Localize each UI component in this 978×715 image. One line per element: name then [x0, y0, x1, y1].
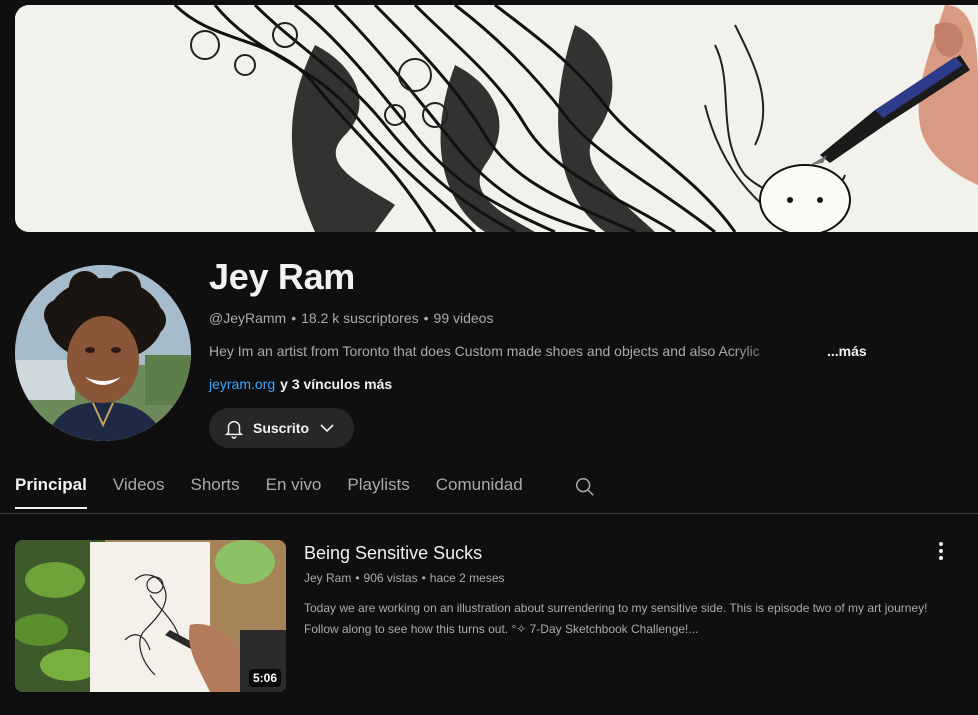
channel-name: Jey Ram — [209, 256, 355, 297]
video-meta: Jey Ram • 906 vistas • hace 2 meses — [304, 571, 505, 585]
channel-description-text: Hey Im an artist from Toronto that does … — [209, 343, 760, 359]
chevron-down-icon — [320, 424, 334, 433]
tabs-divider — [0, 513, 978, 514]
channel-handle: @JeyRamm — [209, 310, 287, 326]
tab-principal[interactable]: Principal — [15, 475, 87, 509]
video-author[interactable]: Jey Ram — [304, 571, 351, 585]
channel-links: jeyram.org y 3 vínculos más — [209, 376, 392, 392]
video-views: 906 vistas — [363, 571, 418, 585]
video-duration: 5:06 — [248, 669, 281, 687]
channel-banner — [15, 5, 978, 232]
video-age: hace 2 meses — [429, 571, 505, 585]
channel-description[interactable]: Hey Im an artist from Toronto that does … — [209, 343, 869, 359]
tab-shorts[interactable]: Shorts — [191, 475, 240, 509]
featured-video: 5:06 Being Sensitive Sucks Jey Ram • 906 v… — [15, 540, 965, 692]
subscriber-count: 18.2 k suscriptores — [301, 310, 419, 326]
tab-comunidad[interactable]: Comunidad — [436, 475, 523, 509]
video-description: Today we are working on an illustration … — [304, 601, 928, 636]
tab-en-vivo[interactable]: En vivo — [266, 475, 322, 509]
channel-avatar[interactable] — [15, 265, 191, 441]
tab-videos[interactable]: Videos — [113, 475, 165, 509]
search-icon[interactable] — [574, 476, 596, 498]
video-title[interactable]: Being Sensitive Sucks — [304, 543, 482, 564]
channel-tabs: Principal Videos Shorts En vivo Playlist… — [15, 475, 549, 513]
bell-icon — [224, 420, 244, 439]
video-thumbnail[interactable]: 5:06 — [15, 540, 286, 692]
channel-link[interactable]: jeyram.org — [209, 376, 275, 392]
more-vert-icon[interactable] — [931, 540, 951, 562]
more-links-button[interactable]: y 3 vínculos más — [280, 376, 392, 392]
channel-meta: @JeyRamm • 18.2 k suscriptores • 99 videos — [209, 310, 494, 326]
description-more-button[interactable]: ...más — [827, 343, 867, 359]
tab-playlists[interactable]: Playlists — [347, 475, 409, 509]
subscribe-label: Suscrito — [253, 420, 310, 436]
subscribed-button[interactable]: Suscrito — [209, 408, 354, 448]
video-count: 99 videos — [433, 310, 494, 326]
